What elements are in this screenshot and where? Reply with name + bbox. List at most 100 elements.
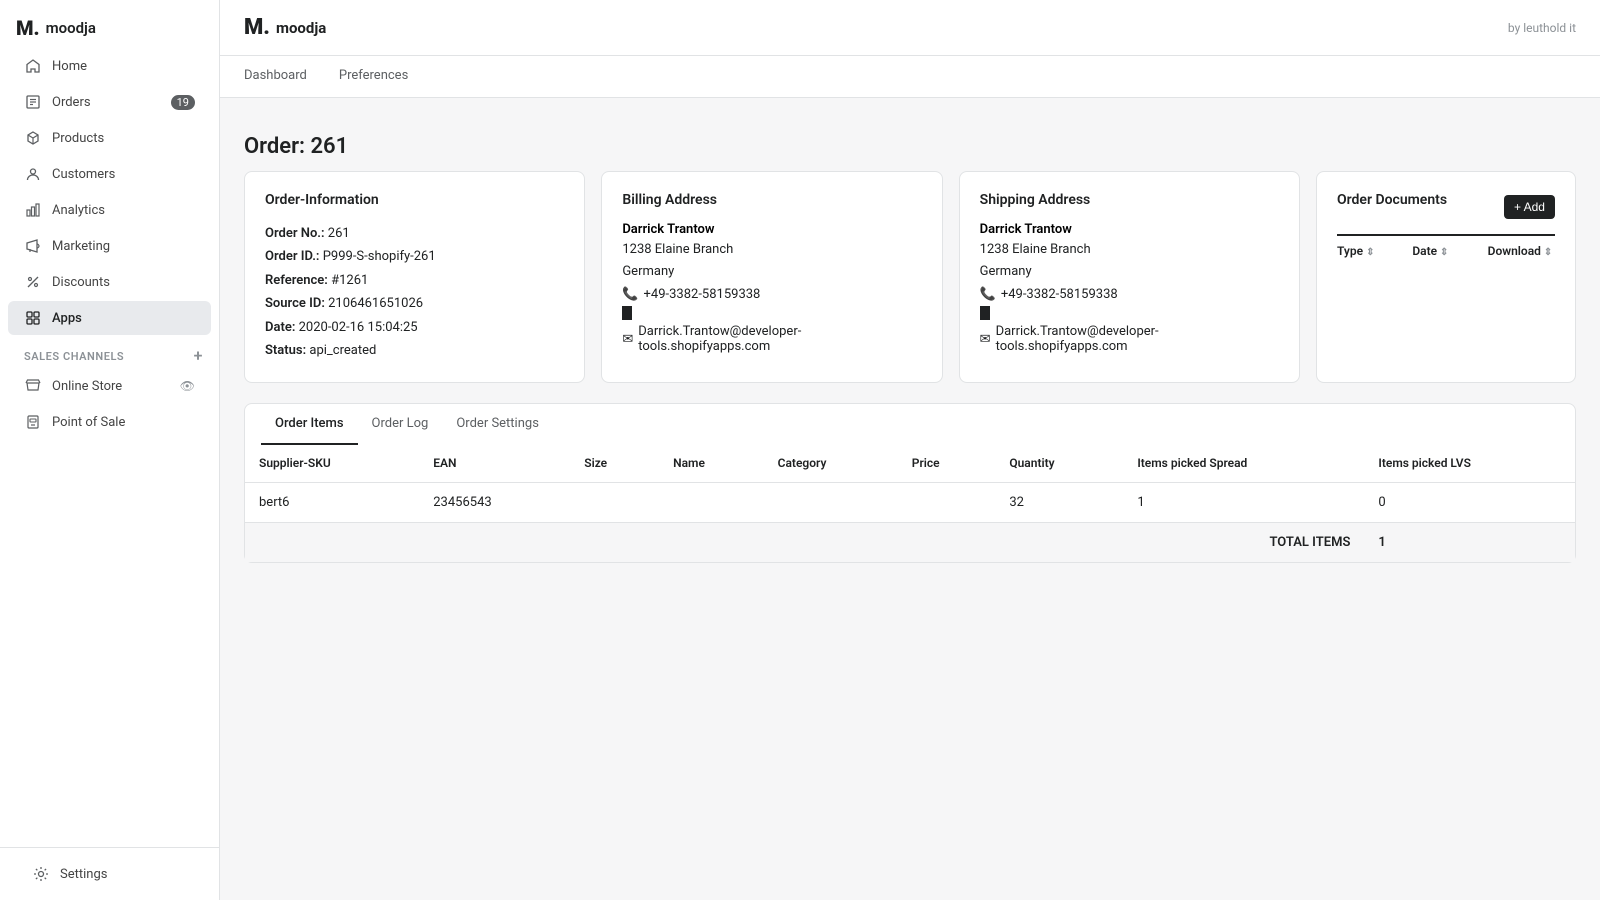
tab-order-items[interactable]: Order Items — [261, 404, 358, 445]
order-title-bar: Order: 261 — [244, 118, 1576, 171]
topbar-app-name: M. moodja — [244, 15, 326, 40]
sidebar-item-products-label: Products — [52, 131, 104, 146]
table-totals-row: TOTAL ITEMS 1 — [245, 523, 1575, 563]
email-icon: ✉ — [622, 332, 633, 347]
order-source-line: Source ID: 2106461651026 — [265, 292, 564, 315]
black-rect-icon — [622, 306, 632, 320]
sidebar-item-orders[interactable]: Orders 19 — [8, 85, 211, 119]
sidebar-item-settings[interactable]: Settings — [16, 857, 203, 891]
order-tabs-section: Order Items Order Log Order Settings Sup… — [244, 403, 1576, 563]
order-status-value: api_created — [309, 343, 376, 358]
subnav-preferences[interactable]: Preferences — [323, 56, 424, 97]
shipping-black-square — [980, 306, 1279, 320]
subnav-dashboard[interactable]: Dashboard — [244, 56, 323, 97]
home-icon — [24, 57, 42, 75]
add-channel-button[interactable]: + — [194, 348, 203, 364]
apps-icon — [24, 309, 42, 327]
sidebar-item-analytics-label: Analytics — [52, 203, 105, 218]
order-docs-heading: Order Documents — [1337, 192, 1447, 208]
phone-icon-shipping: 📞 — [980, 287, 996, 302]
sidebar-item-marketing[interactable]: Marketing — [8, 229, 211, 263]
shipping-name: Darrick Trantow — [980, 222, 1279, 237]
col-items-spread: Items picked Spread — [1123, 444, 1364, 483]
shipping-country: Germany — [980, 261, 1279, 283]
orders-icon — [24, 93, 42, 111]
sidebar-item-apps[interactable]: Apps — [8, 301, 211, 335]
content-area: Order: 261 Order-Information Order No.: … — [220, 98, 1600, 900]
order-info-card: Order-Information Order No.: 261 Order I… — [244, 171, 585, 383]
sidebar-item-discounts-label: Discounts — [52, 275, 110, 290]
docs-date-label: Date — [1412, 244, 1437, 258]
tabs-bar: Order Items Order Log Order Settings — [244, 403, 1576, 444]
sidebar-footer: Settings — [0, 847, 219, 900]
cell-category — [764, 483, 898, 523]
orders-badge: 19 — [171, 95, 195, 110]
sidebar-item-home[interactable]: Home — [8, 49, 211, 83]
order-docs-header: Order Documents + Add — [1337, 192, 1555, 222]
sidebar-item-discounts[interactable]: Discounts — [8, 265, 211, 299]
app-name: moodja — [46, 19, 96, 37]
logo-mark: M. — [16, 16, 40, 40]
tab-order-settings[interactable]: Order Settings — [442, 404, 553, 445]
cell-size — [570, 483, 659, 523]
sidebar-item-pos[interactable]: Point of Sale — [8, 405, 211, 439]
order-id-line: Order ID.: P999-S-shopify-261 — [265, 245, 564, 268]
cell-items-spread: 1 — [1123, 483, 1364, 523]
cell-ean: 23456543 — [419, 483, 570, 523]
col-supplier-sku: Supplier-SKU — [245, 444, 419, 483]
billing-black-square — [622, 306, 921, 320]
billing-email-value: Darrick.Trantow@developer-tools.shopifya… — [638, 324, 921, 354]
billing-country: Germany — [622, 261, 921, 283]
products-icon — [24, 129, 42, 147]
cell-quantity: 32 — [995, 483, 1123, 523]
order-id-value: P999-S-shopify-261 — [323, 249, 436, 264]
sidebar-item-customers[interactable]: Customers — [8, 157, 211, 191]
subnav: Dashboard Preferences — [220, 56, 1600, 98]
phone-icon: 📞 — [622, 287, 638, 302]
sidebar: M. moodja Home Orders 19 Products Custom… — [0, 0, 220, 900]
table-row: bert6 23456543 32 1 0 — [245, 483, 1575, 523]
shipping-address1: 1238 Elaine Branch — [980, 239, 1279, 261]
add-document-button[interactable]: + Add — [1504, 195, 1555, 219]
tab-order-log[interactable]: Order Log — [358, 404, 443, 445]
sidebar-item-products[interactable]: Products — [8, 121, 211, 155]
sidebar-item-online-store-label: Online Store — [52, 379, 122, 394]
shipping-email: ✉ Darrick.Trantow@developer-tools.shopif… — [980, 324, 1279, 354]
order-status-line: Status: api_created — [265, 339, 564, 362]
shipping-address-card: Shipping Address Darrick Trantow 1238 El… — [959, 171, 1300, 383]
discounts-icon — [24, 273, 42, 291]
cell-supplier-sku: bert6 — [245, 483, 419, 523]
order-no-label: Order No.: — [265, 226, 325, 241]
sort-download-icon: ⇕ — [1544, 247, 1552, 258]
order-no-value: 261 — [328, 226, 350, 241]
sidebar-item-home-label: Home — [52, 59, 87, 74]
order-ref-value: #1261 — [331, 273, 368, 288]
cards-row: Order-Information Order No.: 261 Order I… — [244, 171, 1576, 383]
billing-address-card: Billing Address Darrick Trantow 1238 Ela… — [601, 171, 942, 383]
order-title: Order: 261 — [244, 134, 1576, 159]
sidebar-item-pos-label: Point of Sale — [52, 415, 125, 430]
main-content: M. moodja by leuthold it Dashboard Prefe… — [220, 0, 1600, 900]
sort-type-icon: ⇕ — [1366, 247, 1374, 258]
totals-value: 1 — [1364, 523, 1575, 563]
order-source-label: Source ID: — [265, 296, 325, 311]
order-no-line: Order No.: 261 — [265, 222, 564, 245]
sidebar-item-online-store[interactable]: Online Store 👁 — [8, 369, 211, 403]
order-source-value: 2106461651026 — [328, 296, 423, 311]
sidebar-item-orders-label: Orders — [52, 95, 91, 110]
order-items-table: Supplier-SKU EAN Size Name Category Pric… — [245, 444, 1575, 562]
docs-col-download: Download ⇕ — [1488, 244, 1555, 258]
col-price: Price — [898, 444, 996, 483]
totals-label: TOTAL ITEMS — [1123, 523, 1364, 563]
topbar: M. moodja by leuthold it — [220, 0, 1600, 56]
sidebar-item-analytics[interactable]: Analytics — [8, 193, 211, 227]
col-name: Name — [659, 444, 764, 483]
order-date-label: Date: — [265, 320, 295, 335]
billing-email: ✉ Darrick.Trantow@developer-tools.shopif… — [622, 324, 921, 354]
shipping-email-value: Darrick.Trantow@developer-tools.shopifya… — [996, 324, 1279, 354]
black-rect-icon-shipping — [980, 306, 990, 320]
pos-icon — [24, 413, 42, 431]
table-header-row: Supplier-SKU EAN Size Name Category Pric… — [245, 444, 1575, 483]
col-items-lvs: Items picked LVS — [1364, 444, 1575, 483]
analytics-icon — [24, 201, 42, 219]
